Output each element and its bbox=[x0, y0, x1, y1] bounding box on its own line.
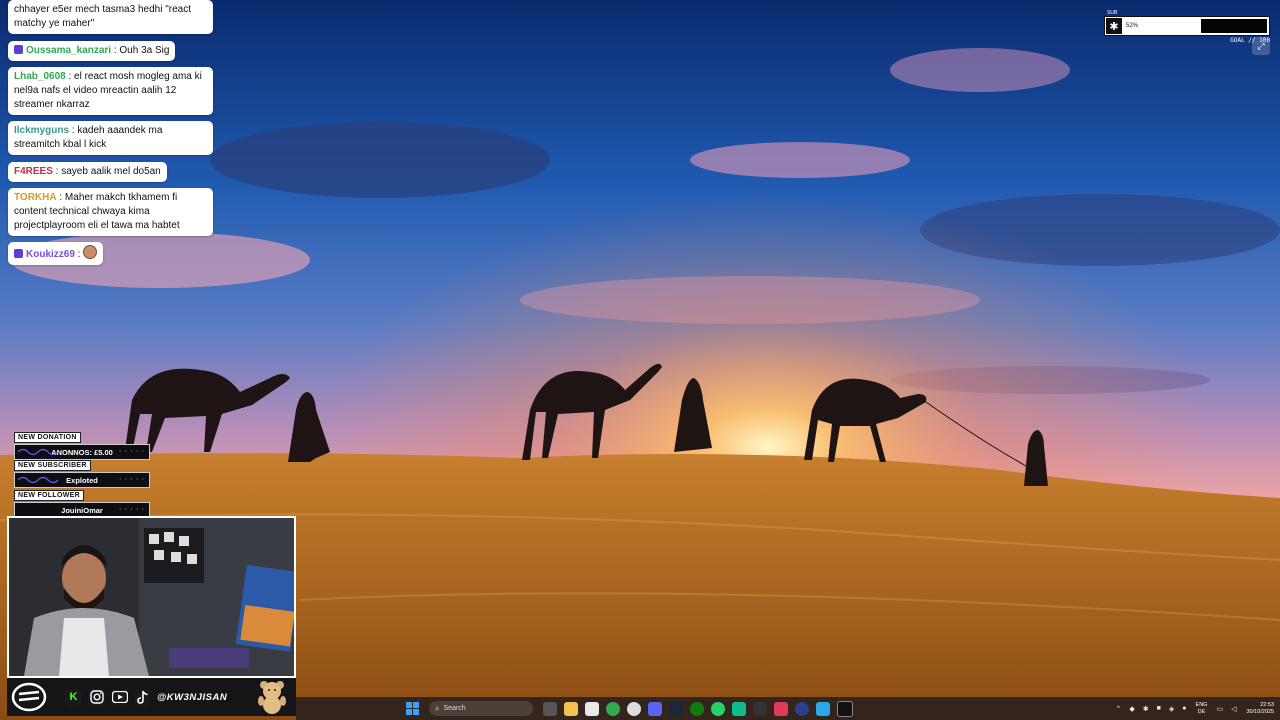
clock-date: 30/10/2025 bbox=[1246, 708, 1274, 715]
chat-username: Koukizz69 bbox=[26, 249, 75, 260]
chat-text: : Ouh 3a Sig bbox=[111, 45, 170, 56]
channel-logo-icon bbox=[11, 682, 47, 712]
chat-username: Lhab_0608 bbox=[14, 71, 66, 82]
subscriber-badge-icon bbox=[14, 249, 23, 258]
discord-icon[interactable] bbox=[647, 701, 662, 716]
notes-icon[interactable] bbox=[815, 701, 830, 716]
alert-value: JouiniOmar bbox=[61, 505, 103, 515]
alert-title: NEW SUBSCRIBER bbox=[14, 460, 91, 471]
chat-message: TORKHA : Maher makch tkhamem fi content … bbox=[8, 188, 213, 236]
chat-message: Lhab_0608 : el react mosh mogleg ama ki … bbox=[8, 67, 213, 115]
alert-dots: · · · · · bbox=[119, 477, 145, 483]
chat-text: : sayeb aalik mel do5an bbox=[52, 166, 161, 177]
gear-icon: ✱ bbox=[1106, 18, 1122, 34]
start-button-icon[interactable] bbox=[406, 702, 420, 716]
network-icon[interactable]: ▭ bbox=[1216, 705, 1223, 713]
edge-icon[interactable] bbox=[794, 701, 809, 716]
alert-title: NEW DONATION bbox=[14, 432, 81, 443]
lang-top: ENG bbox=[1195, 701, 1208, 708]
task-view-icon[interactable] bbox=[542, 701, 557, 716]
clock[interactable]: 22:53 30/10/2025 bbox=[1246, 702, 1274, 716]
subscriber-badge-icon bbox=[14, 45, 23, 54]
youtube-icon[interactable] bbox=[111, 688, 128, 706]
security-icon[interactable]: ◈ bbox=[1169, 705, 1174, 713]
taskbar: ⌕ Search ⌃ ◆ ✱ ■ ◈ ● ENG DE ▭ ◁ 22:53 30… bbox=[296, 697, 1280, 720]
capcut-icon[interactable] bbox=[773, 701, 788, 716]
file-explorer-icon[interactable] bbox=[563, 701, 578, 716]
chat-text: chhayer e5er mech tasma3 hedhi "react ma… bbox=[14, 4, 191, 29]
expand-icon[interactable]: ⤢ bbox=[1252, 37, 1270, 55]
volume-icon[interactable]: ◁ bbox=[1231, 705, 1236, 713]
xbox-icon[interactable] bbox=[689, 701, 704, 716]
clock-time: 22:53 bbox=[1260, 701, 1274, 708]
chat-username: F4REES bbox=[14, 166, 53, 177]
goal-percent: 52% bbox=[1126, 23, 1139, 29]
tray-app-icon[interactable]: ■ bbox=[1157, 705, 1161, 712]
chrome-icon[interactable] bbox=[605, 701, 620, 716]
search-icon: ⌕ bbox=[435, 703, 440, 713]
goal-text: GOAL // 100 bbox=[1230, 37, 1270, 44]
chat-message: Koukizz69 : bbox=[8, 242, 104, 265]
search-placeholder: Search bbox=[443, 705, 466, 712]
chat-message: F4REES : sayeb aalik mel do5an bbox=[8, 162, 167, 182]
capcut-alt-icon[interactable] bbox=[836, 700, 853, 717]
tray-app-icon[interactable]: ◆ bbox=[1129, 705, 1134, 713]
obs-icon[interactable] bbox=[626, 701, 641, 716]
chat-message: Ilckmyguns : kadeh aaandek ma streamitch… bbox=[8, 121, 213, 155]
webcam-image bbox=[9, 518, 294, 676]
alert-title: NEW FOLLOWER bbox=[14, 490, 84, 501]
chat-overlay: chhayer e5er mech tasma3 hedhi "react ma… bbox=[8, 0, 213, 271]
bear-mascot-icon bbox=[258, 681, 287, 714]
chat-username: Oussama_kanzari bbox=[26, 45, 112, 56]
chat-text: : bbox=[74, 249, 81, 260]
tiktok-icon[interactable] bbox=[134, 688, 151, 706]
whatsapp-icon[interactable] bbox=[710, 701, 725, 716]
bluetooth-icon[interactable]: ✱ bbox=[1143, 705, 1149, 713]
subscriber-alert: NEW SUBSCRIBER Exploted · · · · · bbox=[14, 454, 150, 488]
taskbar-search[interactable]: ⌕ Search bbox=[429, 701, 533, 716]
microphone-icon[interactable]: ● bbox=[1182, 705, 1186, 712]
webcam-feed bbox=[7, 516, 296, 678]
sub-goal-widget: SUB ✱ 52% GOAL // 100 bbox=[1104, 10, 1270, 44]
chat-username: Ilckmyguns bbox=[14, 125, 70, 136]
system-tray: ⌃ ◆ ✱ ■ ◈ ● ENG DE ▭ ◁ 22:53 30/10/2025 bbox=[1112, 697, 1274, 720]
chevron-up-icon[interactable]: ⌃ bbox=[1116, 705, 1122, 713]
goal-remaining bbox=[1201, 19, 1267, 33]
lang-bottom: DE bbox=[1197, 708, 1206, 715]
emote-icon bbox=[83, 245, 98, 259]
notepad-icon[interactable] bbox=[584, 701, 599, 716]
chat-username: TORKHA bbox=[14, 192, 57, 203]
instagram-icon[interactable] bbox=[88, 688, 105, 706]
social-handle: @KW3NJISAN bbox=[157, 691, 228, 703]
alert-dots: · · · · · bbox=[119, 507, 145, 513]
chat-message: Oussama_kanzari : Ouh 3a Sig bbox=[8, 41, 176, 61]
kick-icon[interactable]: K bbox=[65, 688, 82, 706]
chat-message: chhayer e5er mech tasma3 hedhi "react ma… bbox=[8, 0, 213, 34]
steam-icon[interactable] bbox=[668, 701, 683, 716]
follower-alert: NEW FOLLOWER JouiniOmar · · · · · bbox=[14, 484, 150, 518]
controller-icon[interactable] bbox=[752, 701, 767, 716]
terminal-icon[interactable] bbox=[731, 701, 746, 716]
socials-bar: K @KW3NJISAN bbox=[7, 678, 296, 716]
goal-progress-bar: ✱ 52% bbox=[1104, 16, 1270, 36]
language-indicator[interactable]: ENG DE bbox=[1196, 702, 1208, 716]
